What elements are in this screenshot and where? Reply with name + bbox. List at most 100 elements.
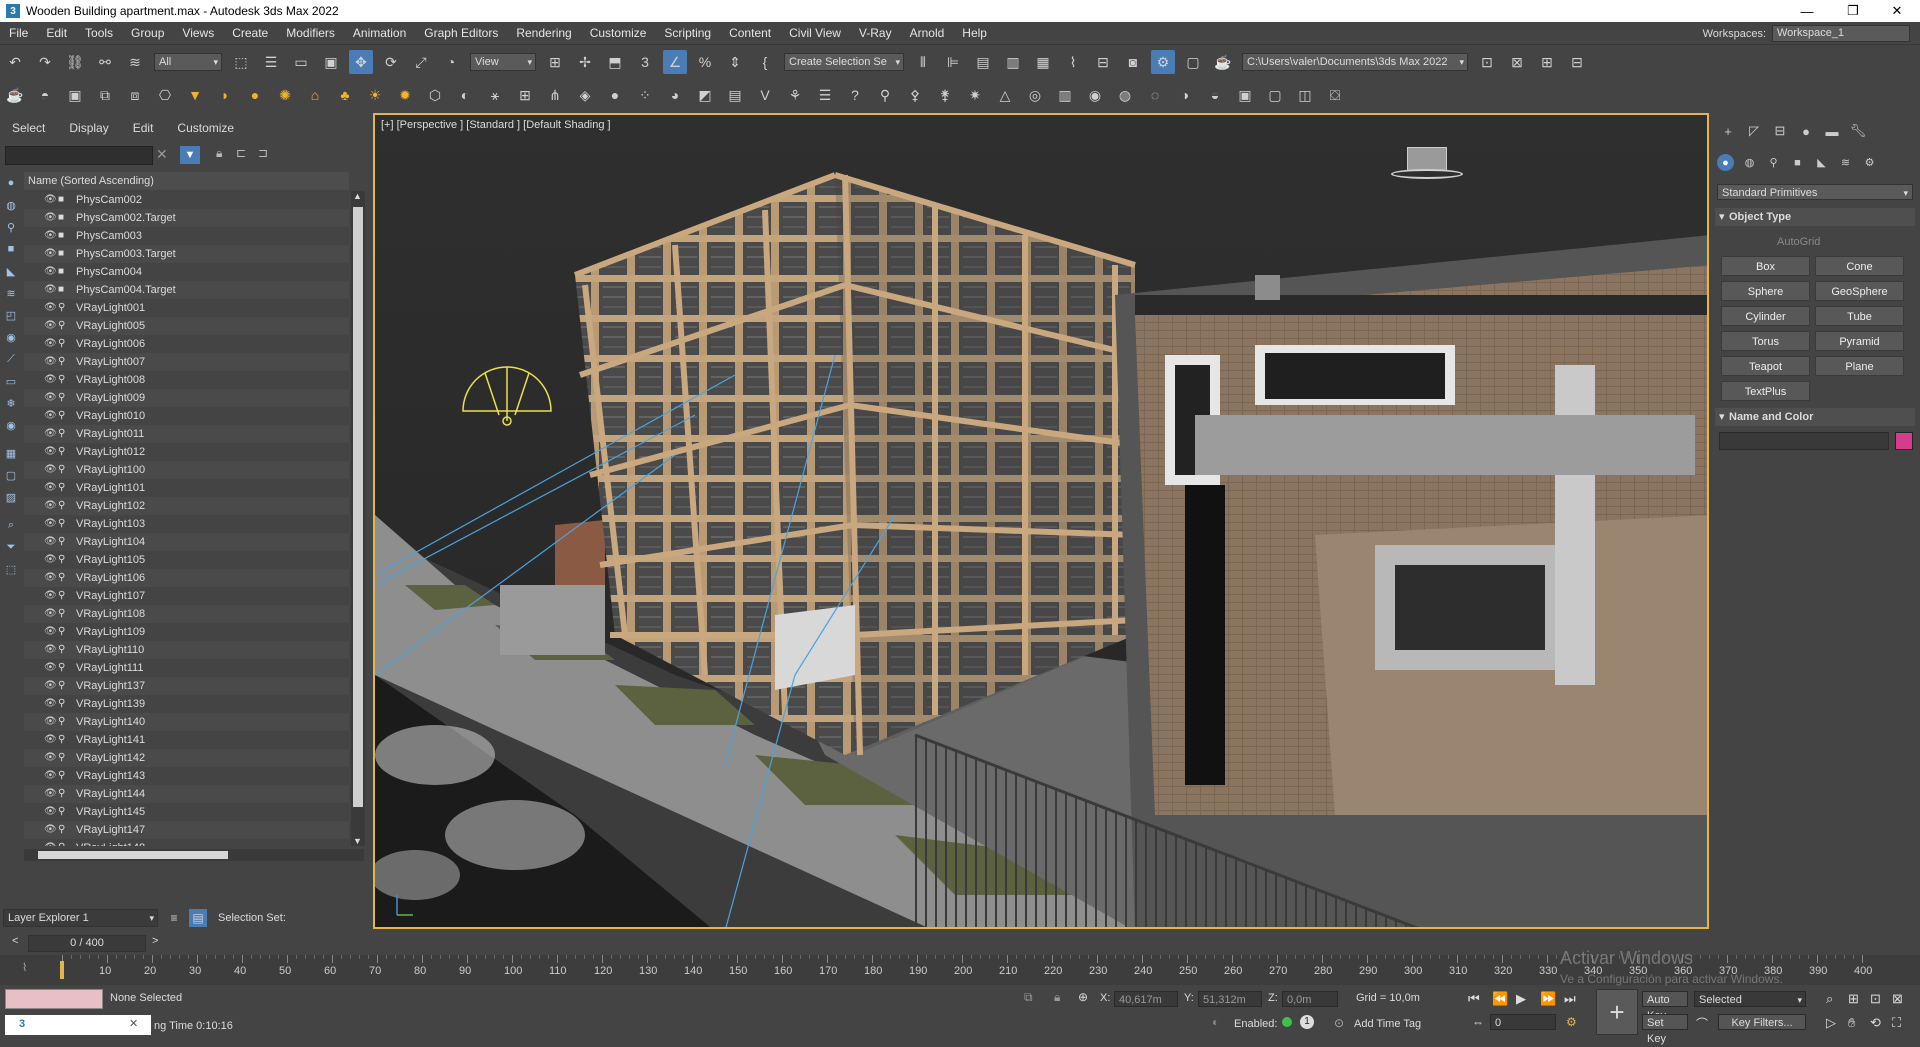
- arnold-sky-icon[interactable]: ✷: [963, 83, 987, 107]
- percent-snap-icon[interactable]: %: [693, 50, 717, 74]
- ies-light-icon[interactable]: ✺: [273, 83, 297, 107]
- arnold-icon-7[interactable]: ▥: [1053, 83, 1077, 107]
- visibility-eye-icon[interactable]: 👁︎: [44, 515, 58, 533]
- maxscript-listener[interactable]: [5, 989, 103, 1009]
- time-config-icon[interactable]: ⚙: [1566, 1015, 1577, 1029]
- placement-icon[interactable]: ◔: [439, 50, 463, 74]
- selection-filter-dropdown[interactable]: All: [154, 53, 222, 71]
- pivot-icon[interactable]: ⊞: [543, 50, 567, 74]
- cone-button[interactable]: Cone: [1815, 256, 1904, 276]
- z-coordinate-field[interactable]: 0,0m: [1282, 991, 1338, 1007]
- go-to-end-icon[interactable]: ⏭: [1564, 991, 1576, 1007]
- motion-tab-icon[interactable]: ●: [1797, 122, 1815, 140]
- list-item[interactable]: 👁︎ ⚲ VRayLight106: [24, 569, 349, 587]
- scroll-up-icon[interactable]: ▲: [353, 191, 362, 201]
- list-item[interactable]: 👁︎ ■ PhysCam004: [24, 263, 349, 281]
- vray-logo-icon[interactable]: V: [753, 83, 777, 107]
- geometry-icon[interactable]: ●: [1717, 154, 1734, 171]
- display-shapes-icon[interactable]: ◍: [2, 196, 20, 214]
- next-frame-button-icon[interactable]: ⏩: [1540, 991, 1556, 1007]
- help-icon[interactable]: ?: [843, 83, 867, 107]
- list-item[interactable]: 👁︎ ⚲ VRayLight107: [24, 587, 349, 605]
- list-item[interactable]: 👁︎ ⚲ VRayLight108: [24, 605, 349, 623]
- lock-icon[interactable]: 🔒︎: [216, 146, 222, 161]
- visibility-eye-icon[interactable]: 👁︎: [44, 713, 58, 731]
- perspective-viewport[interactable]: [+] [Perspective ] [Standard ] [Default …: [373, 113, 1709, 929]
- absolute-mode-icon[interactable]: ⊕: [1078, 990, 1088, 1004]
- project-icon-4[interactable]: ⊟: [1565, 50, 1589, 74]
- undo-icon[interactable]: ↶: [3, 50, 27, 74]
- key-mode-icon[interactable]: ⇔: [1472, 1015, 1484, 1029]
- object-color-swatch[interactable]: [1895, 432, 1913, 450]
- primitive-category-dropdown[interactable]: Standard Primitives: [1717, 184, 1913, 201]
- scroll-thumb[interactable]: [353, 207, 363, 807]
- menu-create[interactable]: Create: [223, 26, 277, 40]
- list-item[interactable]: 👁︎ ⚲ VRayLight101: [24, 479, 349, 497]
- autogrid-checkbox[interactable]: AutoGrid: [1777, 236, 1820, 248]
- move-icon[interactable]: ✥: [349, 50, 373, 74]
- select-by-name-icon[interactable]: ☰: [259, 50, 283, 74]
- auto-key-button[interactable]: Auto Key: [1642, 991, 1688, 1022]
- menu-arnold[interactable]: Arnold: [901, 26, 954, 40]
- visibility-eye-icon[interactable]: 👁︎: [44, 731, 58, 749]
- align-icon[interactable]: ⊫: [941, 50, 965, 74]
- visibility-eye-icon[interactable]: 👁︎: [44, 389, 58, 407]
- vray-sphere2-icon[interactable]: ◐: [453, 83, 477, 107]
- visibility-eye-icon[interactable]: 👁︎: [44, 209, 58, 227]
- dome-light-icon[interactable]: ◗: [213, 83, 237, 107]
- sphere-light-icon[interactable]: ●: [243, 83, 267, 107]
- play-icon[interactable]: ▶: [1516, 991, 1526, 1007]
- arnold-icon-14[interactable]: ▢: [1263, 83, 1287, 107]
- visibility-eye-icon[interactable]: 👁︎: [44, 497, 58, 515]
- ribbon-icon[interactable]: ▦: [1031, 50, 1055, 74]
- display-all-icon[interactable]: ▦: [2, 444, 20, 462]
- teapot-icon[interactable]: ☕: [3, 83, 27, 107]
- arnold-icon-15[interactable]: ◫: [1293, 83, 1317, 107]
- add-time-tag[interactable]: Add Time Tag: [1354, 1018, 1421, 1030]
- angle-snap-icon[interactable]: ∠: [663, 50, 687, 74]
- list-vertical-scrollbar[interactable]: ▲ ▼: [351, 191, 365, 846]
- name-and-color-rollout[interactable]: Name and Color: [1715, 408, 1915, 426]
- list-item[interactable]: 👁︎ ⚲ VRayLight100: [24, 461, 349, 479]
- vray-plane-icon[interactable]: ⊞: [513, 83, 537, 107]
- list-item[interactable]: 👁︎ ⚲ VRayLight105: [24, 551, 349, 569]
- list-item[interactable]: 👁︎ ⚲ VRayLight009: [24, 389, 349, 407]
- visibility-eye-icon[interactable]: 👁︎: [44, 623, 58, 641]
- select-object-icon[interactable]: ⬚: [229, 50, 253, 74]
- visibility-eye-icon[interactable]: 👁︎: [44, 551, 58, 569]
- h-scroll-thumb[interactable]: [38, 851, 228, 859]
- project-icon-1[interactable]: ⊡: [1475, 50, 1499, 74]
- material-icon-4[interactable]: ◩: [693, 83, 717, 107]
- menu-content[interactable]: Content: [720, 26, 780, 40]
- menu-graph-editors[interactable]: Graph Editors: [415, 26, 507, 40]
- shapes-icon[interactable]: ◍: [1741, 154, 1758, 171]
- arnold-shape-icon[interactable]: △: [993, 83, 1017, 107]
- link-icon[interactable]: ⛓: [63, 50, 87, 74]
- list-item[interactable]: 👁︎ ⚲ VRayLight110: [24, 641, 349, 659]
- visibility-eye-icon[interactable]: 👁︎: [44, 227, 58, 245]
- time-slider[interactable]: 0 / 400: [28, 935, 146, 952]
- arnold-icon-10[interactable]: ◌: [1143, 83, 1167, 107]
- modify-tab-icon[interactable]: ◸: [1745, 122, 1763, 140]
- window-crossing-icon[interactable]: ▣: [319, 50, 343, 74]
- manipulate-icon[interactable]: ✢: [573, 50, 597, 74]
- time-tag-icon[interactable]: ⊙: [1334, 1016, 1344, 1030]
- prev-frame-icon[interactable]: <: [12, 935, 18, 947]
- vray-proxy-icon[interactable]: ⬡: [423, 83, 447, 107]
- visibility-eye-icon[interactable]: 👁︎: [44, 749, 58, 767]
- display-helpers-icon[interactable]: ◣: [2, 262, 20, 280]
- paste-icon[interactable]: ⧈: [123, 83, 147, 107]
- arnold-icon-6[interactable]: ◎: [1023, 83, 1047, 107]
- visibility-eye-icon[interactable]: 👁︎: [44, 767, 58, 785]
- go-to-start-icon[interactable]: ⏮: [1468, 991, 1480, 1007]
- display-lights-icon[interactable]: ⚲: [2, 218, 20, 236]
- bind-space-warp-icon[interactable]: ≋: [123, 50, 147, 74]
- visibility-eye-icon[interactable]: 👁︎: [44, 299, 58, 317]
- visibility-eye-icon[interactable]: 👁︎: [44, 839, 58, 846]
- menu-civil-view[interactable]: Civil View: [780, 26, 850, 40]
- plane-button[interactable]: Plane: [1815, 356, 1904, 376]
- mirror-icon[interactable]: ⫴: [911, 50, 935, 74]
- scene-explorer-icon[interactable]: ▤: [971, 50, 995, 74]
- material-icon-3[interactable]: ◕: [663, 83, 687, 107]
- viewport-label[interactable]: [+] [Perspective ] [Standard ] [Default …: [381, 119, 611, 131]
